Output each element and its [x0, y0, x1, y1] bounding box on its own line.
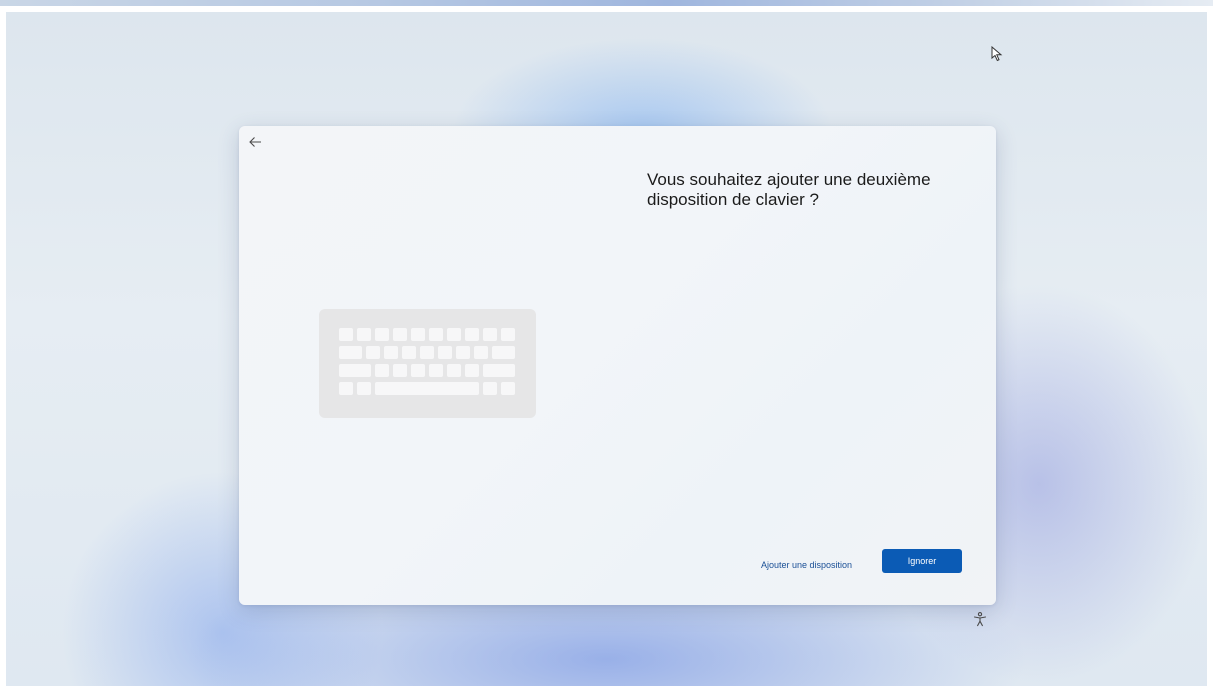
- dialog-title: Vous souhaitez ajouter une deuxième disp…: [647, 170, 967, 210]
- back-button[interactable]: [245, 132, 265, 152]
- skip-button[interactable]: Ignorer: [882, 549, 962, 573]
- keyboard-key: [501, 328, 515, 341]
- keyboard-key: [438, 346, 452, 359]
- keyboard-key: [375, 328, 389, 341]
- keyboard-key: [456, 346, 470, 359]
- keyboard-illustration: [319, 309, 536, 418]
- back-arrow-icon: [249, 137, 261, 147]
- dialog-title-line-1: Vous souhaitez ajouter une deuxième: [647, 170, 931, 189]
- keyboard-key: [393, 364, 407, 377]
- keyboard-key: [492, 346, 515, 359]
- add-layout-button[interactable]: Ajouter une disposition: [761, 556, 852, 574]
- keyboard-key: [483, 328, 497, 341]
- keyboard-key: [393, 328, 407, 341]
- keyboard-key: [429, 328, 443, 341]
- keyboard-key: [420, 346, 434, 359]
- keyboard-key: [339, 328, 353, 341]
- keyboard-key: [339, 346, 362, 359]
- keyboard-key: [447, 364, 461, 377]
- keyboard-key: [339, 382, 353, 395]
- keyboard-key: [429, 364, 443, 377]
- keyboard-key: [339, 364, 371, 377]
- dialog-title-line-2: disposition de clavier ?: [647, 190, 819, 209]
- keyboard-key: [483, 364, 515, 377]
- keyboard-key: [447, 328, 461, 341]
- keyboard-key: [357, 328, 371, 341]
- top-window-strip: [0, 0, 1213, 6]
- keyboard-key: [465, 364, 479, 377]
- keyboard-key: [402, 346, 416, 359]
- accessibility-icon[interactable]: [972, 611, 988, 627]
- keyboard-key: [465, 328, 479, 341]
- keyboard-key: [501, 382, 515, 395]
- keyboard-key: [483, 382, 497, 395]
- keyboard-spacebar: [375, 382, 479, 395]
- keyboard-key: [384, 346, 398, 359]
- keyboard-key: [366, 346, 380, 359]
- keyboard-key: [411, 364, 425, 377]
- keyboard-key: [411, 328, 425, 341]
- mouse-pointer-icon: [991, 46, 1003, 62]
- oobe-background: Vous souhaitez ajouter une deuxième disp…: [6, 12, 1207, 686]
- setup-dialog: Vous souhaitez ajouter une deuxième disp…: [239, 126, 996, 605]
- keyboard-key: [375, 364, 389, 377]
- keyboard-key: [357, 382, 371, 395]
- keyboard-key: [474, 346, 488, 359]
